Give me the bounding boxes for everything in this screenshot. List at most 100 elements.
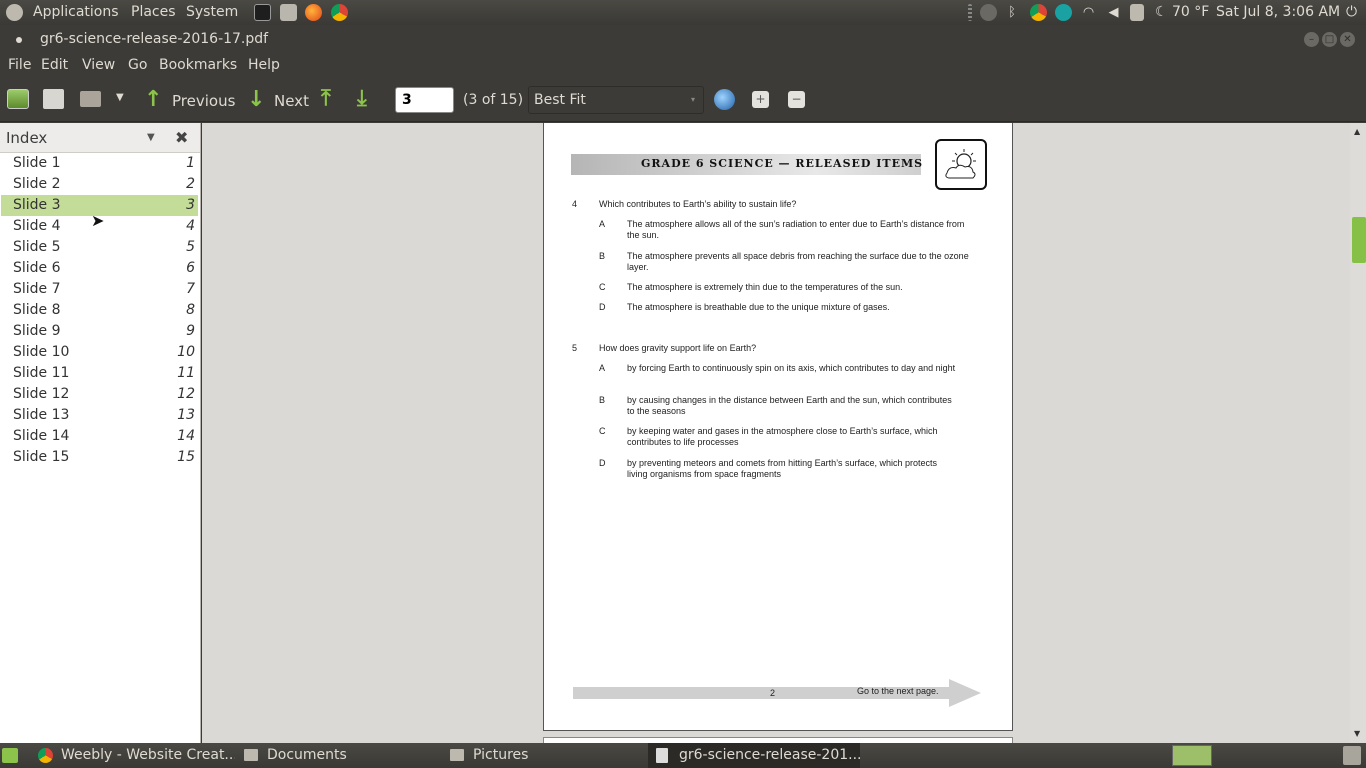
slide-page-number: 4 (186, 218, 195, 234)
open-folder-icon[interactable] (80, 91, 101, 107)
sidebar-item-slide-11[interactable]: Slide 11 11 (1, 363, 198, 384)
slide-page-number: 2 (186, 176, 195, 192)
window-menu-dot-icon[interactable] (16, 37, 22, 43)
sidebar-index: Index ▼ ✖ Slide 1 1 Slide 2 2 Slide 3 3 Slide … (0, 123, 201, 743)
zoom-out-icon[interactable]: − (788, 91, 805, 108)
app-indicator-icon[interactable] (1055, 4, 1072, 21)
sidebar-item-slide-1[interactable]: Slide 1 1 (1, 153, 198, 174)
slide-page-number: 10 (177, 344, 195, 360)
sun-cloud-logo (935, 139, 987, 190)
sidebar-item-slide-6[interactable]: Slide 6 6 (1, 258, 198, 279)
sidebar-item-slide-13[interactable]: Slide 13 13 (1, 405, 198, 426)
previous-button[interactable]: Previous (172, 92, 235, 110)
sidebar-item-slide-15[interactable]: Slide 15 15 (1, 447, 198, 468)
taskbar-item-label: Weebly - Website Creat... (61, 747, 235, 763)
minimize-button[interactable]: – (1304, 32, 1319, 47)
close-window-button[interactable]: ✕ (1340, 32, 1355, 47)
taskbar-item-pictures[interactable]: Pictures (442, 743, 642, 768)
taskbar-item-documents[interactable]: Documents (236, 743, 436, 768)
last-page-icon[interactable]: ⤓ (357, 86, 367, 111)
q4-option-d-letter: D (599, 302, 606, 312)
show-desktop-icon[interactable] (2, 748, 18, 763)
ubuntu-logo-icon[interactable] (6, 4, 23, 21)
question-5-text: How does gravity support life on Earth? (599, 343, 757, 353)
zoom-select[interactable]: Best Fit ▾ (528, 86, 704, 114)
slide-page-number: 13 (177, 407, 195, 423)
terminal-launcher-icon[interactable] (254, 4, 271, 21)
wifi-icon[interactable]: ◠ (1080, 4, 1097, 21)
sidebar-item-slide-10[interactable]: Slide 10 10 (1, 342, 198, 363)
taskbar-item-label: Pictures (473, 747, 529, 763)
question-4-text: Which contributes to Earth’s ability to … (599, 199, 797, 209)
files-launcher-icon[interactable] (280, 4, 297, 21)
first-page-icon[interactable]: ⤒ (321, 86, 331, 111)
taskbar-item-pdf-viewer[interactable]: gr6-science-release-201... (648, 743, 860, 768)
menu-file[interactable]: File (8, 57, 31, 73)
menu-help[interactable]: Help (248, 57, 280, 73)
slide-page-number: 8 (186, 302, 195, 318)
slide-label: Slide 2 (13, 176, 61, 192)
chrome-tray-icon[interactable] (1030, 4, 1047, 21)
weather-text[interactable]: 70 °F (1172, 4, 1209, 20)
clock[interactable]: Sat Jul 8, 3:06 AM (1216, 4, 1340, 20)
menu-view[interactable]: View (82, 57, 115, 73)
q5-option-d-letter: D (599, 458, 606, 468)
workspace-switcher[interactable] (1172, 745, 1212, 766)
q5-option-b-letter: B (599, 395, 606, 405)
system-menu[interactable]: System (186, 4, 238, 20)
scroll-thumb[interactable] (1352, 217, 1366, 263)
moon-icon[interactable]: ☾ (1155, 4, 1172, 21)
q4-option-b: The atmosphere prevents all space debris… (627, 251, 969, 272)
sidebar-item-slide-5[interactable]: Slide 5 5 (1, 237, 198, 258)
sidebar-dropdown-icon[interactable]: ▼ (147, 132, 155, 143)
spiral-indicator-icon[interactable] (980, 4, 997, 21)
mouse-cursor-icon: ➤ (91, 211, 105, 230)
zoom-value: Best Fit (534, 92, 586, 108)
document-view[interactable]: GRADE 6 SCIENCE — RELEASED ITEMS 4 Which… (202, 123, 1350, 745)
trash-icon[interactable] (1343, 746, 1361, 765)
page-number-input[interactable] (395, 87, 454, 113)
applications-menu[interactable]: Applications (33, 4, 119, 20)
maximize-button[interactable]: □ (1322, 32, 1337, 47)
power-icon[interactable]: ⏻ (1346, 4, 1363, 21)
print-icon[interactable] (43, 89, 64, 109)
next-arrow-icon[interactable]: ↓ (247, 87, 265, 112)
chrome-launcher-icon[interactable] (331, 4, 348, 21)
sidebar-item-slide-9[interactable]: Slide 9 9 (1, 321, 198, 342)
slide-label: Slide 12 (13, 386, 70, 402)
menu-go[interactable]: Go (128, 57, 147, 73)
next-button[interactable]: Next (274, 92, 309, 110)
sidebar-item-slide-8[interactable]: Slide 8 8 (1, 300, 198, 321)
window-titlebar[interactable]: gr6-science-release-2016-17.pdf – □ ✕ (0, 25, 1366, 53)
vertical-scrollbar[interactable]: ▲ ▼ (1350, 123, 1366, 743)
sidebar-item-slide-7[interactable]: Slide 7 7 (1, 279, 198, 300)
menu-bookmarks[interactable]: Bookmarks (159, 57, 237, 73)
slide-page-number: 1 (186, 155, 195, 171)
document-icon (656, 748, 668, 763)
bluetooth-icon[interactable]: ᛒ (1006, 4, 1018, 21)
sidebar-close-icon[interactable]: ✖ (175, 128, 188, 147)
page-number: 2 (770, 688, 776, 698)
places-menu[interactable]: Places (131, 4, 176, 20)
slide-page-number: 14 (177, 428, 195, 444)
sidebar-title[interactable]: Index (6, 129, 47, 147)
slide-page-number: 11 (177, 365, 195, 381)
sidebar-item-slide-2[interactable]: Slide 2 2 (1, 174, 198, 195)
slide-label: Slide 13 (13, 407, 70, 423)
previous-arrow-icon[interactable]: ↑ (144, 87, 162, 112)
q4-option-c-letter: C (599, 282, 606, 292)
save-copy-icon[interactable] (7, 89, 29, 109)
recent-dropdown-icon[interactable]: ▼ (116, 92, 124, 103)
firefox-launcher-icon[interactable] (305, 4, 322, 21)
volume-icon[interactable]: ◀ (1105, 4, 1122, 21)
scroll-up-icon[interactable]: ▲ (1354, 127, 1360, 136)
search-icon[interactable] (714, 89, 735, 110)
sidebar-item-slide-14[interactable]: Slide 14 14 (1, 426, 198, 447)
scroll-down-icon[interactable]: ▼ (1354, 729, 1360, 738)
slide-label: Slide 6 (13, 260, 61, 276)
clipboard-icon[interactable] (1130, 4, 1144, 21)
menu-edit[interactable]: Edit (41, 57, 68, 73)
sidebar-item-slide-12[interactable]: Slide 12 12 (1, 384, 198, 405)
zoom-in-icon[interactable]: + (752, 91, 769, 108)
taskbar-item-chrome[interactable]: Weebly - Website Creat... (30, 743, 235, 768)
